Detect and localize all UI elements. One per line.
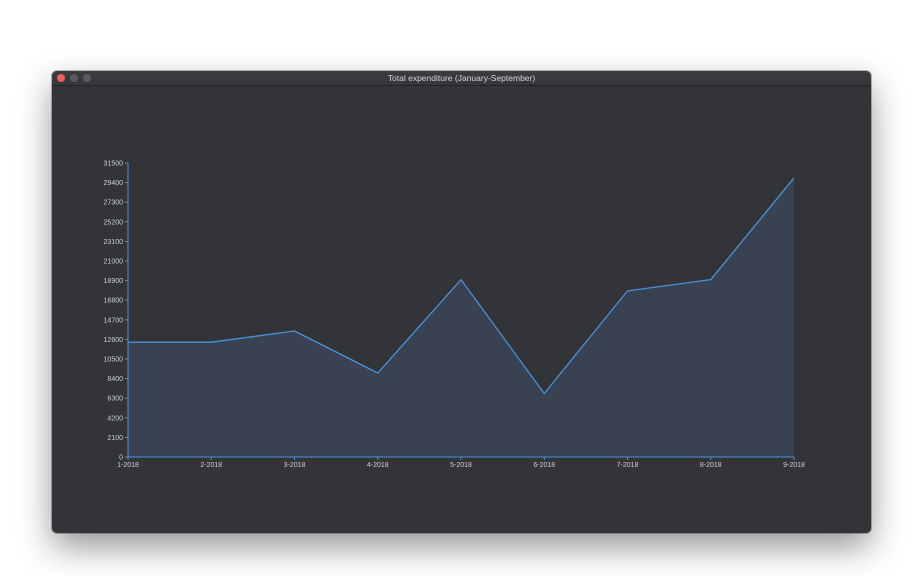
y-tick-label: 16800 [104, 298, 124, 305]
x-tick-label: 8-2018 [700, 462, 722, 469]
y-tick-label: 23100 [104, 239, 124, 246]
x-tick-label: 3-2018 [284, 462, 306, 469]
y-tick-label: 2100 [107, 435, 123, 442]
x-tick-label: 2-2018 [200, 462, 222, 469]
x-tick-label: 1-2018 [117, 462, 139, 469]
y-tick-label: 0 [119, 455, 123, 462]
y-tick-label: 12600 [104, 337, 124, 344]
x-tick-label: 6-2018 [533, 462, 555, 469]
y-tick-label: 31500 [104, 161, 124, 168]
y-tick-label: 29400 [104, 180, 124, 187]
y-tick-label: 4200 [107, 415, 123, 422]
x-tick-label: 9-2018 [783, 462, 805, 469]
x-tick-label: 7-2018 [617, 462, 639, 469]
y-tick-label: 6300 [107, 396, 123, 403]
y-tick-label: 25200 [104, 219, 124, 226]
app-window: Total expenditure (January-September) 0 2… [52, 71, 871, 533]
y-tick-label: 10500 [104, 357, 124, 364]
title-bar[interactable]: Total expenditure (January-September) [52, 71, 871, 86]
area-chart: 0 2100 4200 6300 8400 10500 12600 14700 16800 189… [104, 161, 805, 470]
x-tick-label: 4-2018 [367, 462, 389, 469]
x-tick-label: 5-2018 [450, 462, 472, 469]
area-fill [128, 177, 794, 457]
y-tick-label: 14700 [104, 317, 124, 324]
window-title: Total expenditure (January-September) [387, 73, 536, 83]
chart-area: 0 2100 4200 6300 8400 10500 12600 14700 16800 189… [52, 86, 871, 533]
y-tick-label: 21000 [104, 259, 124, 266]
y-tick-label: 27300 [104, 200, 124, 207]
y-tick-label: 18900 [104, 278, 124, 285]
y-tick-label: 8400 [107, 376, 123, 383]
